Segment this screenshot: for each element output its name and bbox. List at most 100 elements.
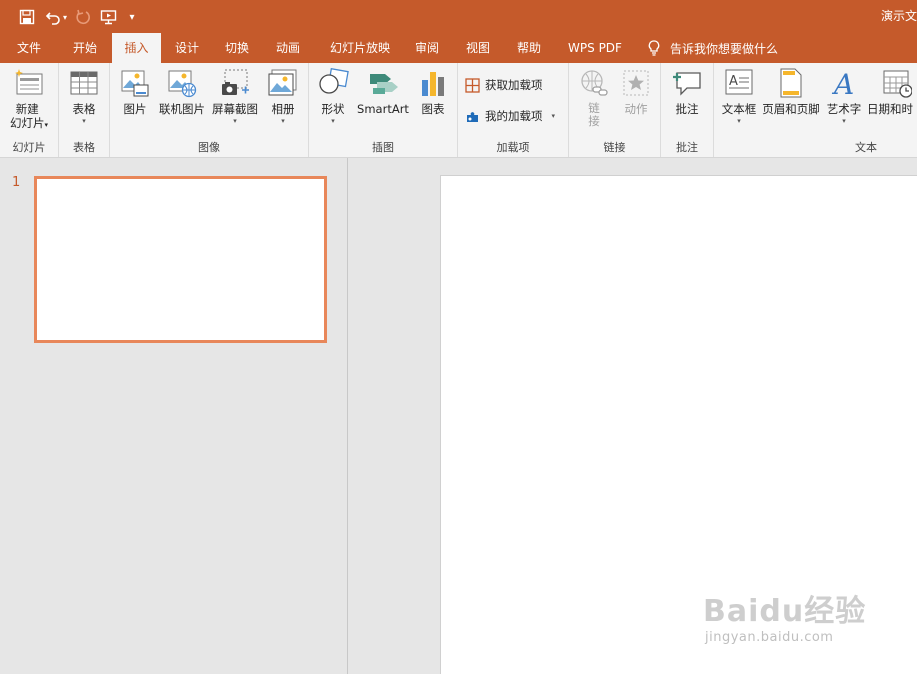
title-bar: ▾ ▾ 演示文 bbox=[0, 0, 917, 33]
tab-review[interactable]: 审阅 bbox=[404, 33, 450, 63]
new-slide-icon bbox=[13, 67, 45, 99]
action-label: 动作 bbox=[624, 102, 648, 116]
header-footer-button[interactable]: 页眉和页脚 bbox=[760, 67, 822, 117]
store-icon bbox=[465, 77, 480, 93]
tab-design[interactable]: 设计 bbox=[164, 33, 210, 63]
header-footer-label: 页眉和页脚 bbox=[762, 102, 820, 116]
table-button[interactable]: 表格 ▾ bbox=[65, 67, 103, 126]
baidu-watermark: Baidu经验 jingyan.baidu.com bbox=[703, 578, 883, 658]
screenshot-button[interactable]: 屏幕截图 ▾ bbox=[209, 67, 261, 126]
start-from-beginning-icon[interactable] bbox=[96, 6, 122, 28]
online-picture-label: 联机图片 bbox=[159, 102, 205, 116]
tab-transitions[interactable]: 切换 bbox=[214, 33, 260, 63]
my-addins-dropdown-icon: ▾ bbox=[551, 112, 556, 120]
group-illustrations-label: 插图 bbox=[372, 141, 394, 154]
link-button[interactable]: 链 接 bbox=[577, 67, 611, 128]
screenshot-dropdown-icon: ▾ bbox=[233, 117, 237, 125]
document-title: 演示文 bbox=[880, 9, 917, 23]
svg-text:A: A bbox=[831, 68, 854, 98]
get-addins-button[interactable]: 获取加载项 bbox=[465, 77, 543, 93]
undo-dropdown-icon[interactable]: ▾ bbox=[60, 6, 70, 28]
album-button[interactable]: 相册 ▾ bbox=[265, 67, 301, 126]
table-label: 表格 bbox=[72, 102, 96, 116]
shapes-button[interactable]: 形状 ▾ bbox=[315, 67, 351, 126]
quick-access-toolbar: ▾ ▾ bbox=[14, 6, 142, 28]
slide-thumbnail-pane: 1 bbox=[0, 158, 348, 674]
tell-me-label: 告诉我你想要做什么 bbox=[670, 41, 779, 56]
table-dropdown-icon: ▾ bbox=[82, 117, 86, 125]
new-slide-text: 新建 幻灯片 bbox=[9, 102, 45, 130]
picture-label: 图片 bbox=[123, 102, 147, 116]
textbox-label: 文本框 bbox=[721, 102, 757, 116]
online-picture-button[interactable]: 联机图片 bbox=[156, 67, 208, 117]
chart-label: 图表 bbox=[421, 102, 445, 116]
action-star-icon bbox=[620, 67, 652, 99]
tab-file[interactable]: 文件 bbox=[4, 33, 54, 63]
svg-text:A: A bbox=[729, 74, 738, 89]
slide-thumbnail[interactable] bbox=[34, 176, 327, 343]
addin-icon bbox=[467, 111, 478, 122]
chart-button[interactable]: 图表 bbox=[415, 67, 451, 117]
watermark-brand: Baidu经验 bbox=[703, 594, 867, 629]
picture-icon bbox=[119, 67, 151, 99]
new-slide-button[interactable]: 新建 幻灯片▾ bbox=[4, 67, 54, 132]
group-tables-label: 表格 bbox=[73, 141, 95, 154]
textbox-button[interactable]: A 文本框 ▾ bbox=[718, 67, 760, 126]
group-images-label: 图像 bbox=[198, 141, 220, 154]
link-label: 链 接 bbox=[588, 101, 600, 128]
wordart-dropdown-icon: ▾ bbox=[842, 117, 846, 125]
my-addins-label: 我的加载项 bbox=[485, 109, 543, 123]
group-comments: 批注 批注 bbox=[661, 63, 714, 157]
picture-button[interactable]: 图片 bbox=[118, 67, 152, 117]
chart-icon bbox=[417, 67, 449, 99]
group-addins-label: 加载项 bbox=[496, 141, 530, 154]
slide-number: 1 bbox=[12, 175, 21, 190]
datetime-button[interactable]: 日期和时 bbox=[867, 67, 917, 117]
tab-home[interactable]: 开始 bbox=[60, 33, 110, 63]
tell-me-box[interactable]: 告诉我你想要做什么 bbox=[648, 33, 778, 63]
get-addins-label: 获取加载项 bbox=[485, 78, 543, 92]
link-icon bbox=[578, 67, 610, 99]
tab-slideshow[interactable]: 幻灯片放映 bbox=[322, 33, 398, 63]
screenshot-label: 屏幕截图 bbox=[212, 102, 258, 116]
action-button[interactable]: 动作 bbox=[617, 67, 655, 117]
group-text: A 文本框 ▾ 页眉和页脚 A 艺术字 ▾ 日期和时 文本 bbox=[714, 63, 917, 157]
album-label: 相册 bbox=[271, 102, 295, 116]
comment-button[interactable]: 批注 bbox=[669, 67, 705, 117]
my-addins-button[interactable]: 我的加载项 ▾ bbox=[465, 108, 555, 124]
group-images: 图片 联机图片 屏幕截图 ▾ 相册 ▾ 图像 bbox=[110, 63, 309, 157]
calendar-icon bbox=[881, 67, 913, 99]
group-addins: 获取加载项 我的加载项 ▾ 加载项 bbox=[458, 63, 569, 157]
watermark-url: jingyan.baidu.com bbox=[705, 630, 834, 645]
tab-animations[interactable]: 动画 bbox=[265, 33, 311, 63]
shapes-dropdown-icon: ▾ bbox=[331, 117, 335, 125]
ribbon-tabs: 文件 开始 插入 设计 切换 动画 幻灯片放映 审阅 视图 帮助 WPS PDF… bbox=[0, 33, 917, 63]
group-slides-label: 幻灯片 bbox=[12, 141, 46, 154]
datetime-label: 日期和时 bbox=[867, 102, 913, 116]
wordart-icon: A bbox=[828, 67, 860, 99]
tab-help[interactable]: 帮助 bbox=[506, 33, 552, 63]
group-illustrations: 形状 ▾ SmartArt 图表 插图 bbox=[309, 63, 458, 157]
lightbulb-icon bbox=[648, 40, 660, 56]
tab-wps-pdf[interactable]: WPS PDF bbox=[560, 33, 630, 63]
shapes-label: 形状 bbox=[321, 102, 345, 116]
comment-icon bbox=[671, 67, 703, 99]
tab-view[interactable]: 视图 bbox=[455, 33, 501, 63]
tab-insert[interactable]: 插入 bbox=[112, 33, 161, 63]
save-icon[interactable] bbox=[14, 6, 40, 28]
wordart-button[interactable]: A 艺术字 ▾ bbox=[825, 67, 863, 126]
header-footer-icon bbox=[775, 67, 807, 99]
textbox-dropdown-icon: ▾ bbox=[737, 117, 741, 125]
smartart-button[interactable]: SmartArt bbox=[354, 67, 412, 117]
customize-qat-icon[interactable]: ▾ bbox=[122, 6, 142, 28]
online-picture-icon bbox=[166, 67, 198, 99]
screenshot-icon bbox=[219, 67, 251, 99]
album-dropdown-icon: ▾ bbox=[281, 117, 285, 125]
group-links-label: 链接 bbox=[603, 141, 626, 154]
redo-icon[interactable] bbox=[70, 6, 96, 28]
table-icon bbox=[68, 67, 100, 99]
new-slide-label: 新建 幻灯片▾ bbox=[9, 102, 48, 130]
group-comments-label: 批注 bbox=[676, 141, 698, 154]
album-icon bbox=[267, 67, 299, 99]
ribbon-panel: 新建 幻灯片▾ 幻灯片 表格 ▾ 表格 图片 联机图片 屏幕截图 ▾ 相册 ▾ … bbox=[0, 63, 917, 158]
